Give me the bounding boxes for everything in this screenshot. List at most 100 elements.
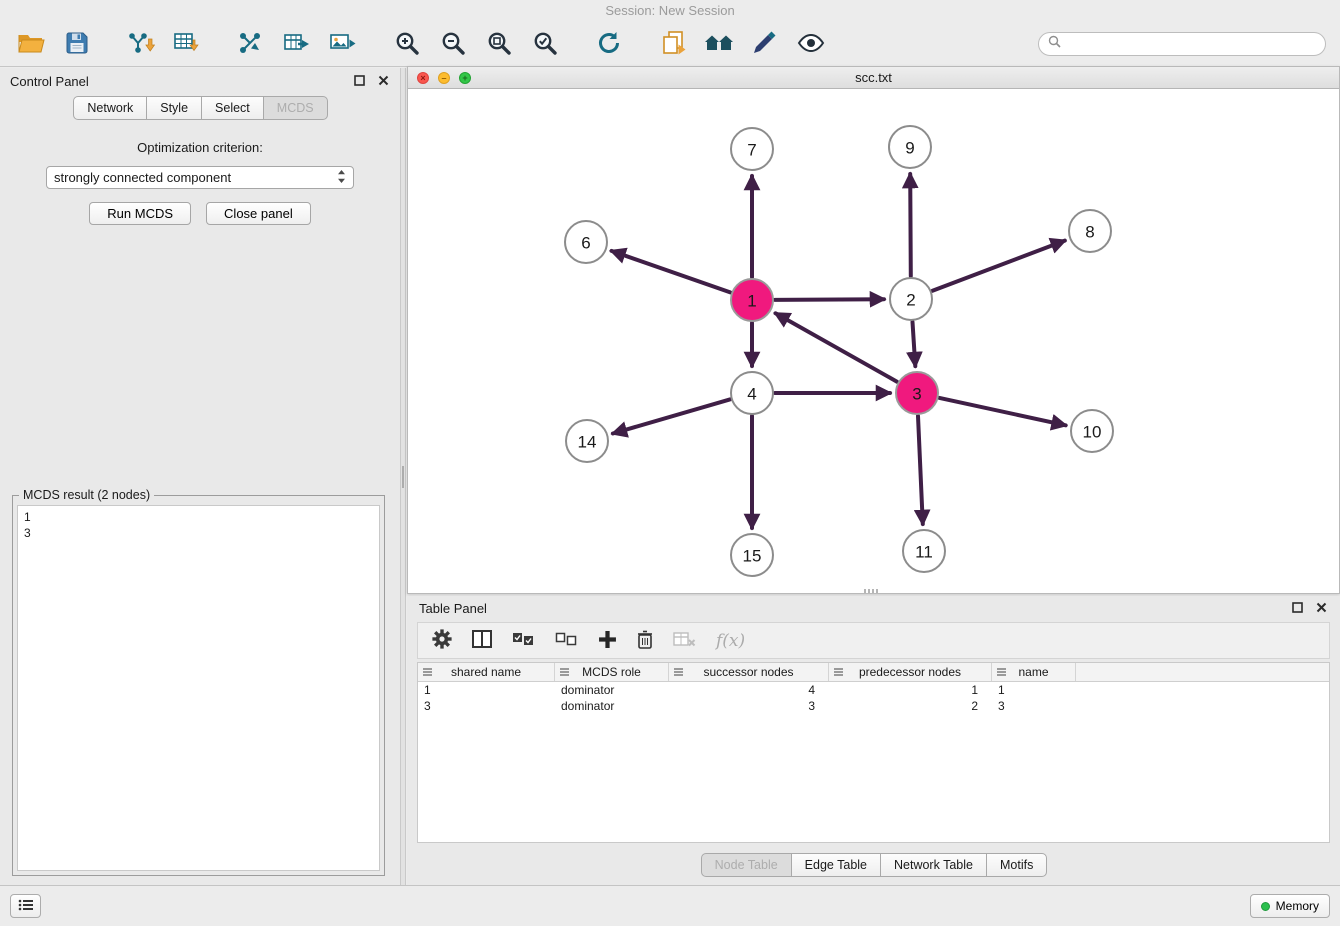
graph-edge-3-11[interactable] <box>918 416 923 524</box>
graph-node-15[interactable]: 15 <box>731 534 773 576</box>
table-cell[interactable]: dominator <box>555 682 669 698</box>
tab-node-table[interactable]: Node Table <box>701 853 792 877</box>
select-all-button[interactable] <box>512 628 535 654</box>
copy-style-button[interactable] <box>656 27 690 61</box>
column-header-predecessor-nodes[interactable]: predecessor nodes <box>829 663 992 681</box>
zoom-fit-button[interactable] <box>482 27 516 61</box>
show-hide-button[interactable] <box>794 27 828 61</box>
graph-node-9[interactable]: 9 <box>889 126 931 168</box>
close-panel-button[interactable] <box>376 74 390 88</box>
table-cell[interactable]: 1 <box>418 682 555 698</box>
apply-style-button[interactable] <box>748 27 782 61</box>
graph-node-14[interactable]: 14 <box>566 420 608 462</box>
export-network-icon <box>238 31 264 58</box>
mcds-result-list[interactable]: 13 <box>17 505 380 871</box>
column-header-shared-name[interactable]: shared name <box>418 663 555 681</box>
table-cell[interactable]: 1 <box>992 682 1076 698</box>
close-window-button[interactable]: × <box>417 72 429 84</box>
column-header-MCDS-role[interactable]: MCDS role <box>555 663 669 681</box>
add-column-button[interactable] <box>598 628 617 654</box>
table-row[interactable]: 1dominator411 <box>418 682 1329 698</box>
graph-node-6[interactable]: 6 <box>565 221 607 263</box>
tab-mcds[interactable]: MCDS <box>263 96 328 120</box>
run-mcds-button[interactable]: Run MCDS <box>89 202 191 225</box>
search-box[interactable] <box>1038 32 1326 56</box>
status-menu-button[interactable] <box>10 894 41 918</box>
zoom-out-button[interactable] <box>436 27 470 61</box>
column-type-icon <box>423 668 432 676</box>
table-settings-button[interactable] <box>432 628 452 654</box>
network-window-titlebar[interactable]: × – + scc.txt <box>408 67 1339 89</box>
table-cell[interactable]: 1 <box>829 682 992 698</box>
vertical-splitter[interactable] <box>400 68 406 885</box>
network-graph-canvas[interactable]: 7 9 6 8 1 2 4 3 14 10 15 11 <box>408 90 1339 593</box>
memory-label: Memory <box>1276 899 1319 913</box>
search-input[interactable] <box>1067 37 1316 51</box>
graph-edge-1-6[interactable] <box>612 251 731 293</box>
graph-node-8[interactable]: 8 <box>1069 210 1111 252</box>
graph-node-2[interactable]: 2 <box>890 278 932 320</box>
import-table-button[interactable] <box>170 27 204 61</box>
export-image-button[interactable] <box>326 27 360 61</box>
table-row[interactable]: 3dominator323 <box>418 698 1329 714</box>
tab-network[interactable]: Network <box>73 96 147 120</box>
graph-node-10[interactable]: 10 <box>1071 410 1113 452</box>
close-table-panel-button[interactable] <box>1314 601 1328 615</box>
graph-edge-1-2[interactable] <box>775 299 884 300</box>
table-cell[interactable]: dominator <box>555 698 669 714</box>
maximize-window-button[interactable]: + <box>459 72 471 84</box>
graph-node-7[interactable]: 7 <box>731 128 773 170</box>
tab-motifs[interactable]: Motifs <box>986 853 1047 877</box>
import-network-button[interactable] <box>124 27 158 61</box>
graph-node-1[interactable]: 1 <box>731 279 773 321</box>
table-cell[interactable]: 3 <box>992 698 1076 714</box>
graph-edge-2-8[interactable] <box>933 241 1065 291</box>
zoom-in-button[interactable] <box>390 27 424 61</box>
open-session-button[interactable] <box>14 27 48 61</box>
minimize-window-button[interactable]: – <box>438 72 450 84</box>
graph-edge-3-10[interactable] <box>940 398 1066 425</box>
column-header-successor-nodes[interactable]: successor nodes <box>669 663 829 681</box>
tab-style[interactable]: Style <box>146 96 202 120</box>
save-session-button[interactable] <box>60 27 94 61</box>
graph-edge-4-14[interactable] <box>613 399 730 433</box>
double-home-icon <box>704 32 734 57</box>
tab-network-table[interactable]: Network Table <box>880 853 987 877</box>
float-table-panel-button[interactable] <box>1290 601 1304 615</box>
table-cell[interactable]: 4 <box>669 682 829 698</box>
graph-edge-3-1[interactable] <box>776 313 898 381</box>
function-builder-button[interactable]: f(x) <box>716 628 745 654</box>
tab-edge-table[interactable]: Edge Table <box>791 853 881 877</box>
result-node-id: 1 <box>24 509 373 525</box>
show-columns-button[interactable] <box>472 628 492 654</box>
deselect-all-button[interactable] <box>555 628 578 654</box>
tab-select[interactable]: Select <box>201 96 264 120</box>
table-cell[interactable]: 3 <box>418 698 555 714</box>
table-cell[interactable]: 2 <box>829 698 992 714</box>
search-icon <box>1048 35 1061 53</box>
home-layout-button[interactable] <box>702 27 736 61</box>
close-panel-action-button[interactable]: Close panel <box>206 202 311 225</box>
graph-node-3[interactable]: 3 <box>896 372 938 414</box>
graph-edge-2-3[interactable] <box>913 322 916 366</box>
export-network-button[interactable] <box>234 27 268 61</box>
delete-table-button[interactable] <box>673 628 696 654</box>
memory-button[interactable]: Memory <box>1250 894 1330 918</box>
graph-node-4[interactable]: 4 <box>731 372 773 414</box>
delete-column-button[interactable] <box>637 628 653 654</box>
float-panel-button[interactable] <box>352 74 366 88</box>
refresh-layout-button[interactable] <box>592 27 626 61</box>
column-header-name[interactable]: name <box>992 663 1076 681</box>
table-cell[interactable]: 3 <box>669 698 829 714</box>
graph-edge-2-9[interactable] <box>910 174 911 276</box>
horizontal-splitter-grip[interactable] <box>864 589 880 593</box>
zoom-selected-button[interactable] <box>528 27 562 61</box>
list-icon <box>18 899 34 914</box>
refresh-group <box>592 27 626 61</box>
column-header-label: shared name <box>451 665 521 679</box>
graph-node-11[interactable]: 11 <box>903 530 945 572</box>
export-table-button[interactable] <box>280 27 314 61</box>
close-icon <box>1316 601 1327 616</box>
criterion-dropdown[interactable]: strongly connected component <box>46 166 354 189</box>
column-header-label: predecessor nodes <box>859 665 961 679</box>
